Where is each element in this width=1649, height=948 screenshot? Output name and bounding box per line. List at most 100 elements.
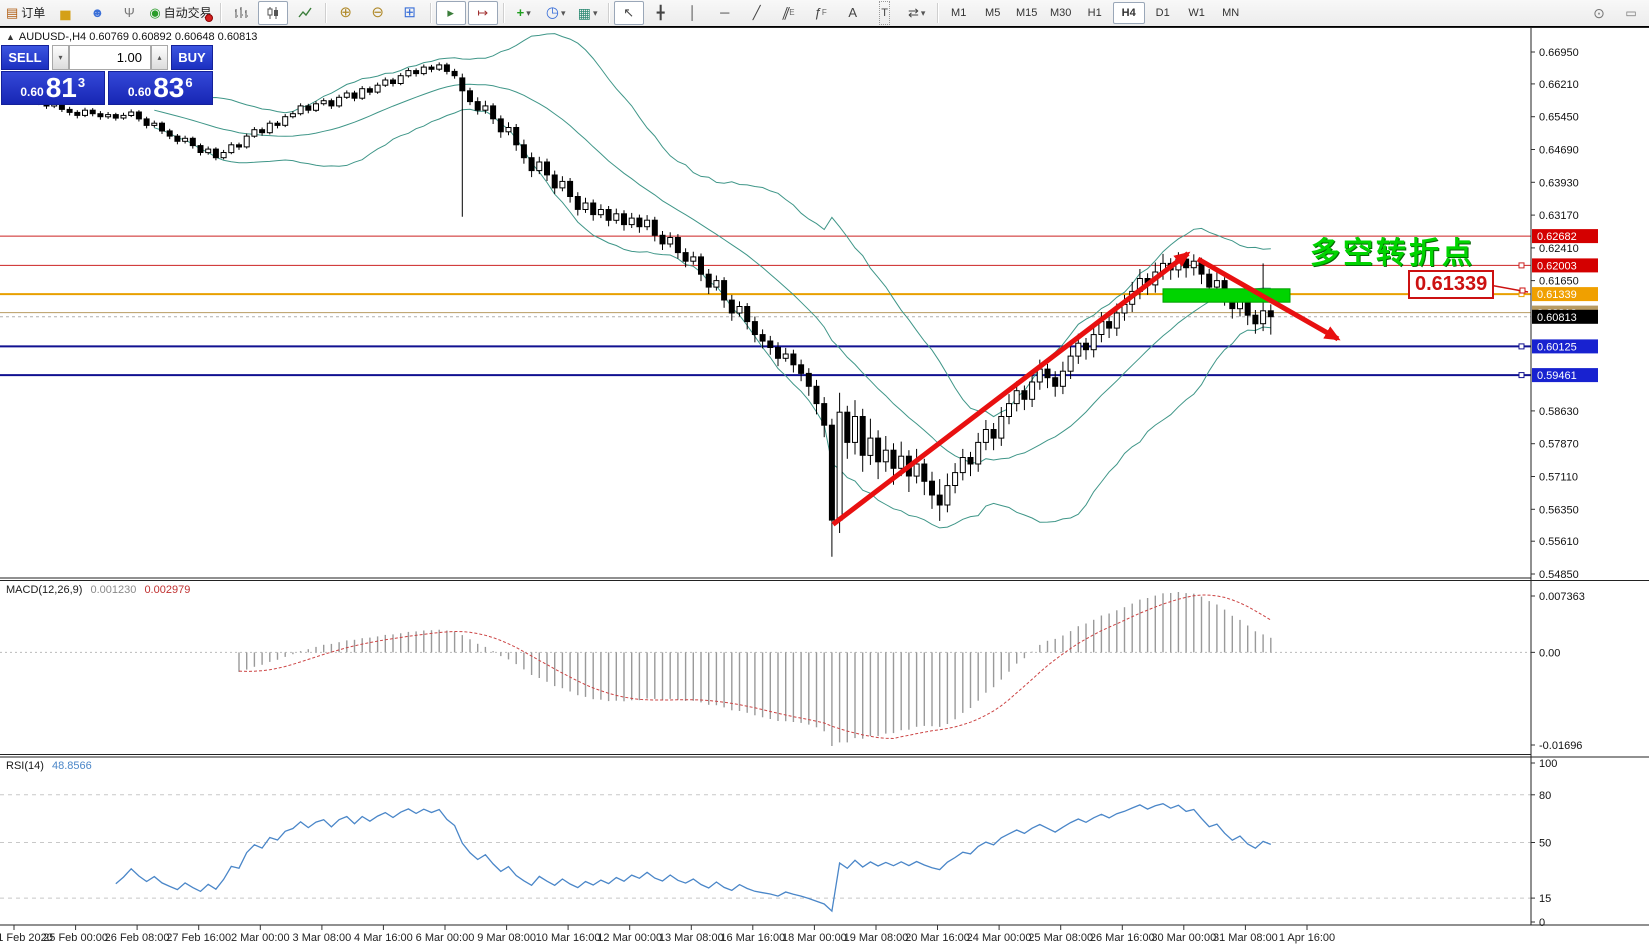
svg-text:0.58630: 0.58630 xyxy=(1539,406,1579,418)
signals-icon: Ψ xyxy=(124,2,135,24)
svg-text:15: 15 xyxy=(1539,893,1551,905)
turning-point-annotation[interactable]: 多空转折点 xyxy=(1310,228,1475,272)
volume-increase-button[interactable]: ▴ xyxy=(151,45,168,70)
svg-text:0.57870: 0.57870 xyxy=(1539,439,1579,451)
line-chart-icon xyxy=(298,6,312,20)
timeframe-button-M5[interactable]: M5 xyxy=(977,2,1009,24)
chevron-down-icon: ▾ xyxy=(561,2,566,24)
chart-bars-button[interactable] xyxy=(226,1,256,25)
zoom-in-button[interactable]: ⊕ xyxy=(331,1,361,25)
one-click-trade-panel: SELL ▾ 1.00 ▴ BUY 0.60 81 3 0.60 83 6 xyxy=(1,45,213,105)
svg-text:9 Mar 08:00: 9 Mar 08:00 xyxy=(477,932,536,944)
timeframe-button-H1[interactable]: H1 xyxy=(1079,2,1111,24)
symbol-info: ▲ AUDUSD-,H4 0.60769 0.60892 0.60648 0.6… xyxy=(6,31,257,43)
hline-handle[interactable] xyxy=(1519,344,1524,349)
timeframe-button-M30[interactable]: M30 xyxy=(1045,2,1077,24)
chart-line-button[interactable] xyxy=(290,1,320,25)
bar-chart-icon xyxy=(234,6,248,20)
search-button[interactable]: ⊙ xyxy=(1584,1,1614,25)
svg-text:0.54850: 0.54850 xyxy=(1539,569,1579,581)
autotrading-icon: ◉ xyxy=(149,2,160,24)
svg-text:0.61339: 0.61339 xyxy=(1537,289,1577,301)
svg-text:3 Mar 08:00: 3 Mar 08:00 xyxy=(293,932,352,944)
svg-text:0: 0 xyxy=(1539,917,1545,929)
sell-button[interactable]: SELL xyxy=(1,45,49,70)
buy-price-display[interactable]: 0.60 83 6 xyxy=(108,71,214,105)
svg-text:50: 50 xyxy=(1539,838,1551,850)
gold-icon: ▅ xyxy=(60,2,70,24)
price-callout-label[interactable]: 0.61339 xyxy=(1408,270,1494,299)
fibo-f-label: F xyxy=(822,2,827,24)
toolbar-separator xyxy=(503,3,504,23)
toolbar-right-group: ⊙ ▭ xyxy=(1583,1,1647,25)
hline-handle[interactable] xyxy=(1519,263,1524,268)
zoom-out-icon: ⊖ xyxy=(371,2,384,24)
volume-input[interactable]: 1.00 xyxy=(69,45,151,70)
arrows-tool-button[interactable]: ⇄ ▾ xyxy=(902,1,932,25)
svg-text:0.64690: 0.64690 xyxy=(1539,145,1579,157)
svg-text:12 Mar 00:00: 12 Mar 00:00 xyxy=(597,932,662,944)
chat-button[interactable]: ▭ xyxy=(1616,1,1646,25)
chart-surface[interactable]: 0.0073630.00-0.0169610080501500.669500.6… xyxy=(0,0,1649,948)
autoscroll-button[interactable]: ▸ xyxy=(436,1,466,25)
rsi-label: RSI(14) 48.8566 xyxy=(6,760,92,772)
svg-text:30 Mar 00:00: 30 Mar 00:00 xyxy=(1151,932,1216,944)
svg-text:19 Mar 08:00: 19 Mar 08:00 xyxy=(844,932,909,944)
buy-button[interactable]: BUY xyxy=(171,45,213,70)
svg-text:100: 100 xyxy=(1539,758,1557,770)
hline-tool-button[interactable]: ─ xyxy=(710,1,740,25)
vline-tool-button[interactable]: │ xyxy=(678,1,708,25)
toolbar-separator xyxy=(325,3,326,23)
clock-icon: ◷ xyxy=(546,2,559,24)
arrows-icon: ⇄ xyxy=(908,2,919,24)
templates-button[interactable]: ▦ ▾ xyxy=(573,1,603,25)
template-icon: ▦ xyxy=(578,2,591,24)
trendline-icon: ╱ xyxy=(753,2,761,24)
cursor-tool-button[interactable]: ↖ xyxy=(614,1,644,25)
chart-candles-button[interactable] xyxy=(258,1,288,25)
timeframe-button-M15[interactable]: M15 xyxy=(1011,2,1043,24)
svg-text:24 Mar 00:00: 24 Mar 00:00 xyxy=(967,932,1032,944)
timeframe-button-H4[interactable]: H4 xyxy=(1113,2,1145,24)
new-order-label: 订单 xyxy=(21,2,45,24)
signals-button[interactable]: Ψ xyxy=(114,1,144,25)
text-tool-button[interactable]: A xyxy=(838,1,868,25)
add-indicator-button[interactable]: + ▾ xyxy=(509,1,539,25)
new-order-button[interactable]: ▤ 订单 xyxy=(3,1,48,25)
svg-text:16 Mar 16:00: 16 Mar 16:00 xyxy=(720,932,785,944)
toolbar-separator xyxy=(937,3,938,23)
rsi-value: 48.8566 xyxy=(52,760,92,772)
toolbar-separator xyxy=(220,3,221,23)
periods-button[interactable]: ◷ ▾ xyxy=(541,1,571,25)
zoom-in-icon: ⊕ xyxy=(339,2,352,24)
volume-decrease-button[interactable]: ▾ xyxy=(52,45,69,70)
svg-text:18 Mar 00:00: 18 Mar 00:00 xyxy=(782,932,847,944)
timeframe-button-MN[interactable]: MN xyxy=(1215,2,1247,24)
search-icon: ⊙ xyxy=(1593,2,1605,24)
svg-text:0.62682: 0.62682 xyxy=(1537,231,1577,243)
chevron-down-icon: ▾ xyxy=(526,2,531,24)
svg-text:0.007363: 0.007363 xyxy=(1539,591,1585,603)
sell-price-display[interactable]: 0.60 81 3 xyxy=(1,71,105,105)
tile-windows-button[interactable]: ⊞ xyxy=(395,1,425,25)
svg-text:80: 80 xyxy=(1539,790,1551,802)
crosshair-tool-button[interactable]: ╋ xyxy=(646,1,676,25)
label-tool-button[interactable]: T xyxy=(870,1,900,25)
hline-handle[interactable] xyxy=(1519,373,1524,378)
timeframe-button-W1[interactable]: W1 xyxy=(1181,2,1213,24)
buy-price-main: 83 xyxy=(153,74,184,102)
chart-shift-button[interactable]: ↦ xyxy=(468,1,498,25)
autotrading-button[interactable]: ◉ 自动交易 xyxy=(146,1,214,25)
trendline-tool-button[interactable]: ╱ xyxy=(742,1,772,25)
svg-text:0.61650: 0.61650 xyxy=(1539,276,1579,288)
zoom-out-button[interactable]: ⊖ xyxy=(363,1,393,25)
timeframe-button-D1[interactable]: D1 xyxy=(1147,2,1179,24)
gold-button[interactable]: ▅ xyxy=(50,1,80,25)
channel-tool-button[interactable]: ∥E xyxy=(774,1,804,25)
timeframe-button-M1[interactable]: M1 xyxy=(943,2,975,24)
community-button[interactable]: ☻ xyxy=(82,1,112,25)
fibonacci-tool-button[interactable]: ƒF xyxy=(806,1,836,25)
vertical-line-icon: │ xyxy=(689,2,697,24)
svg-text:0.56350: 0.56350 xyxy=(1539,504,1579,516)
timeframe-bar: M1M5M15M30H1H4D1W1MN xyxy=(942,2,1248,24)
